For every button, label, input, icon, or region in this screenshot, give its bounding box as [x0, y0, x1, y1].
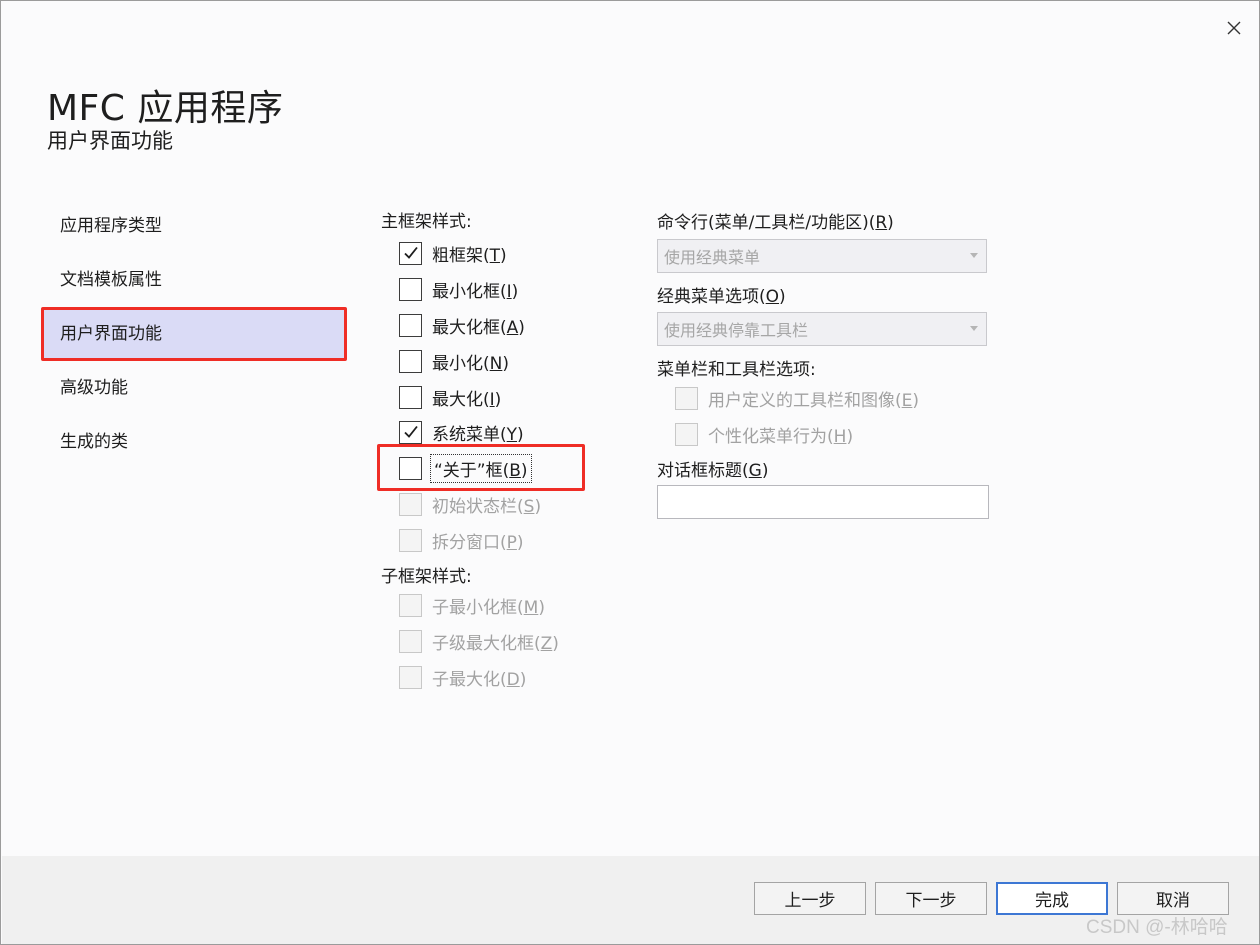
checkbox-box[interactable]	[399, 349, 422, 373]
checkbox-label: 子级最大化框(Z)	[432, 633, 559, 654]
cancel-button[interactable]: 取消	[1117, 882, 1229, 915]
checkbox-maximize-box[interactable]: 最大化框(A)	[399, 312, 525, 338]
dialog-title-label: 对话框标题(G)	[657, 461, 769, 481]
checkmark-icon	[403, 425, 418, 438]
checkbox-thick-frame[interactable]: 粗框架(T)	[399, 240, 507, 266]
checkbox-box[interactable]	[399, 665, 422, 689]
checkbox-box[interactable]	[399, 277, 422, 301]
menubar-options-label: 菜单栏和工具栏选项:	[657, 360, 816, 380]
checkbox-system-menu[interactable]: 系统菜单(Y)	[399, 419, 524, 445]
checkbox-box[interactable]	[399, 313, 422, 337]
nav-item-label: 文档模板属性	[60, 270, 162, 290]
checkbox-label: 子最大化(D)	[432, 669, 527, 690]
classic-menu-label: 经典菜单选项(O)	[657, 287, 786, 307]
checkbox-label: 用户定义的工具栏和图像(E)	[708, 390, 920, 411]
about-box-highlight	[377, 444, 585, 491]
checkbox-label: 最大化(I)	[432, 389, 502, 410]
checkbox-label: 子最小化框(M)	[432, 597, 545, 618]
close-icon	[1227, 21, 1241, 35]
wizard-nav: 应用程序类型 文档模板属性 用户界面功能 高级功能 生成的类	[41, 199, 347, 469]
checkbox-label: 系统菜单(Y)	[432, 424, 524, 445]
checkbox-label: 拆分窗口(P)	[432, 532, 524, 553]
checkbox-box[interactable]	[399, 420, 422, 444]
dropdown-arrow-icon	[970, 326, 978, 331]
checkbox-personalized-menu[interactable]: 个性化菜单行为(H)	[675, 421, 853, 447]
checkbox-child-minimize-box[interactable]: 子最小化框(M)	[399, 592, 545, 618]
checkbox-maximized[interactable]: 最大化(I)	[399, 384, 501, 410]
checkbox-label: 初始状态栏(S)	[432, 496, 542, 517]
checkbox-minimize-box[interactable]: 最小化框(I)	[399, 276, 518, 302]
checkbox-user-defined-toolbars[interactable]: 用户定义的工具栏和图像(E)	[675, 385, 919, 411]
command-bar-value: 使用经典菜单	[664, 248, 761, 267]
checkbox-box[interactable]	[399, 385, 422, 409]
command-bar-select[interactable]: 使用经典菜单	[657, 239, 987, 273]
checkbox-child-maximized[interactable]: 子最大化(D)	[399, 664, 526, 690]
checkbox-label: 粗框架(T)	[432, 245, 507, 266]
previous-button[interactable]: 上一步	[754, 882, 866, 915]
main-frame-style-label: 主框架样式:	[381, 212, 472, 232]
nav-item-label: 生成的类	[60, 432, 128, 452]
checkbox-box[interactable]	[399, 492, 422, 516]
nav-item-document-template[interactable]: 文档模板属性	[41, 253, 347, 307]
checkbox-box[interactable]	[399, 241, 422, 265]
checkbox-label: 最小化(N)	[432, 353, 509, 374]
command-bar-label: 命令行(菜单/工具栏/功能区)(R)	[657, 213, 894, 233]
checkbox-split-window[interactable]: 拆分窗口(P)	[399, 527, 524, 553]
close-button[interactable]	[1219, 13, 1249, 43]
nav-item-label: 高级功能	[60, 378, 128, 398]
checkbox-label: 个性化菜单行为(H)	[708, 426, 854, 447]
classic-menu-select[interactable]: 使用经典停靠工具栏	[657, 312, 987, 346]
checkbox-label: 最小化框(I)	[432, 281, 519, 302]
watermark: CSDN @-林哈哈	[1086, 917, 1228, 938]
checkbox-box[interactable]	[675, 386, 698, 410]
child-frame-style-label: 子框架样式:	[381, 567, 472, 587]
checkbox-minimized[interactable]: 最小化(N)	[399, 348, 509, 374]
nav-item-advanced-features[interactable]: 高级功能	[41, 361, 347, 415]
checkbox-box[interactable]	[675, 422, 698, 446]
checkmark-icon	[403, 246, 418, 259]
checkbox-box[interactable]	[399, 593, 422, 617]
finish-button[interactable]: 完成	[996, 882, 1108, 915]
checkbox-box[interactable]	[399, 629, 422, 653]
nav-item-application-type[interactable]: 应用程序类型	[41, 199, 347, 253]
nav-item-user-interface[interactable]: 用户界面功能	[41, 307, 347, 361]
checkbox-initial-status-bar[interactable]: 初始状态栏(S)	[399, 491, 541, 517]
nav-item-label: 应用程序类型	[60, 216, 162, 236]
nav-item-generated-classes[interactable]: 生成的类	[41, 415, 347, 469]
checkbox-box[interactable]	[399, 528, 422, 552]
dialog-title: MFC 应用程序	[47, 88, 284, 129]
mfc-wizard-dialog: MFC 应用程序 用户界面功能 应用程序类型 文档模板属性 用户界面功能 高级功…	[0, 0, 1260, 945]
classic-menu-value: 使用经典停靠工具栏	[664, 321, 809, 340]
checkbox-child-maximize-box[interactable]: 子级最大化框(Z)	[399, 628, 559, 654]
next-button[interactable]: 下一步	[875, 882, 987, 915]
dialog-subtitle: 用户界面功能	[47, 129, 173, 153]
dialog-title-input[interactable]	[657, 485, 989, 519]
checkbox-label: 最大化框(A)	[432, 317, 525, 338]
dropdown-arrow-icon	[970, 253, 978, 258]
nav-item-label: 用户界面功能	[60, 324, 162, 344]
